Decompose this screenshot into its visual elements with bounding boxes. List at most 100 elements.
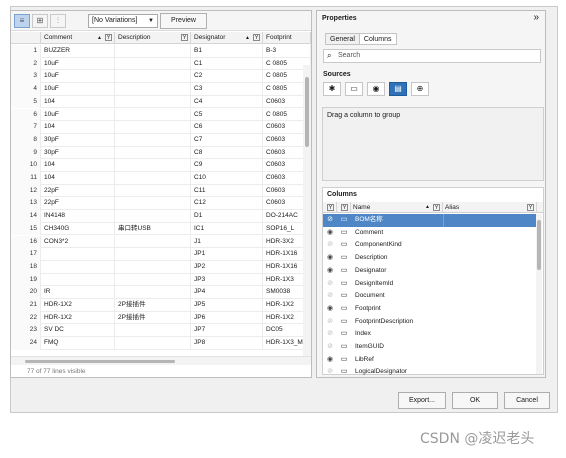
scroll-thumb[interactable] — [537, 220, 541, 270]
column-alias[interactable] — [443, 239, 537, 252]
grid-vertical-scrollbar[interactable] — [303, 65, 311, 356]
eye-off-icon[interactable]: ⊘ — [323, 316, 337, 329]
eye-off-icon[interactable]: ⊘ — [323, 341, 337, 354]
eye-icon[interactable]: ◉ — [323, 303, 337, 316]
table-row[interactable]: 19 JP3 HDR-1X3 — [11, 273, 311, 287]
column-list-item[interactable]: ⊘ ▭ Document — [323, 290, 537, 303]
table-row[interactable]: 23 SV DC JP7 DC05 — [11, 324, 311, 338]
tree-view-icon[interactable]: ⊞ — [32, 14, 48, 28]
column-alias[interactable] — [443, 227, 537, 240]
tab-columns[interactable]: Columns — [358, 33, 397, 45]
table-row[interactable]: 17 JP1 HDR-1X16 — [11, 248, 311, 261]
header-designator[interactable]: Designator ▲ Y — [191, 32, 263, 44]
table-row[interactable]: 9 30pF C8 C0603 — [11, 146, 311, 160]
eye-off-icon[interactable]: ⊘ — [323, 290, 337, 303]
column-alias[interactable] — [443, 214, 537, 227]
table-row[interactable]: 15 CH340G 串口转USB IC1 SOP16_L — [11, 222, 311, 236]
column-alias[interactable] — [443, 303, 537, 316]
table-row[interactable]: 24 FMQ JP8 HDR-1X3_M — [11, 337, 311, 350]
table-row[interactable]: 7 104 C6 C0603 — [11, 121, 311, 134]
column-alias[interactable] — [443, 252, 537, 265]
table-row[interactable]: 10 104 C9 C0603 — [11, 159, 311, 172]
column-alias[interactable] — [443, 354, 537, 367]
source-document-icon[interactable]: ▤ — [389, 82, 407, 96]
column-alias[interactable] — [443, 290, 537, 303]
eye-icon[interactable]: ◉ — [323, 252, 337, 265]
collapse-icon[interactable]: » — [533, 12, 539, 23]
visible-filter-icon[interactable]: Y — [323, 202, 337, 213]
eye-icon[interactable]: ◉ — [323, 227, 337, 240]
eye-off-icon[interactable]: ⊘ — [323, 278, 337, 291]
column-list-item[interactable]: ◉ ▭ Description — [323, 252, 537, 265]
column-alias[interactable] — [443, 265, 537, 278]
search-input[interactable]: ⌕ Search — [323, 49, 541, 63]
table-row[interactable]: 11 104 C10 C0603 — [11, 172, 311, 185]
header-description[interactable]: Description Y — [115, 32, 191, 44]
column-list-item[interactable]: ⊘ ▭ DesignItemId — [323, 278, 537, 291]
table-row[interactable]: 16 CON3*2 J1 HDR-3X2 — [11, 235, 311, 249]
column-list-item[interactable]: ⊘ ▭ FootprintDescription — [323, 316, 537, 329]
table-row[interactable]: 12 22pF C11 C0603 — [11, 184, 311, 198]
filter-icon[interactable]: Y — [527, 204, 534, 211]
scroll-thumb[interactable] — [25, 360, 175, 363]
column-alias[interactable] — [443, 366, 537, 379]
filter-icon[interactable]: Y — [105, 34, 112, 41]
filter-icon[interactable]: Y — [253, 34, 260, 41]
table-row[interactable]: 22 HDR-1X2 2P接插件 JP6 HDR-1X2 — [11, 311, 311, 325]
column-alias[interactable] — [443, 328, 537, 341]
filter-icon[interactable]: Y — [327, 204, 334, 211]
header-alias[interactable]: Alias Y — [443, 202, 537, 213]
cancel-button[interactable]: Cancel — [504, 392, 550, 409]
column-list-item[interactable]: ◉ ▭ Footprint — [323, 303, 537, 316]
ok-button[interactable]: OK — [452, 392, 498, 409]
table-row[interactable]: 8 30pF C7 C0603 — [11, 133, 311, 147]
column-list-item[interactable]: ⊘ ▭ LogicalDesignator — [323, 366, 537, 379]
column-list-item[interactable]: ◉ ▭ Designator — [323, 265, 537, 278]
table-row[interactable]: 6 10uF C5 C 0805 — [11, 108, 311, 122]
filter-icon[interactable]: Y — [181, 34, 188, 41]
group-drop-area[interactable]: Drag a column to group — [322, 107, 544, 181]
table-row[interactable]: 5 104 C4 C0603 — [11, 95, 311, 109]
column-list-item[interactable]: ◉ ▭ LibRef — [323, 354, 537, 367]
column-alias[interactable] — [443, 341, 537, 354]
column-chart-icon[interactable]: ⫶ — [50, 14, 66, 28]
list-view-icon[interactable]: ≡ — [14, 14, 30, 28]
table-row[interactable]: 18 JP2 HDR-1X16 — [11, 260, 311, 274]
source-components-icon[interactable]: ✱ — [323, 82, 341, 96]
source-web-icon[interactable]: ⊕ — [411, 82, 429, 96]
tab-general[interactable]: General — [325, 33, 360, 45]
header-footprint[interactable]: Footprint — [263, 32, 311, 44]
table-row[interactable]: 4 10uF C3 C 0805 — [11, 83, 311, 96]
table-row[interactable]: 20 IR JP4 SM0038 — [11, 286, 311, 299]
filter-icon[interactable]: Y — [433, 204, 440, 211]
export-button[interactable]: Export... — [398, 392, 446, 409]
eye-off-icon[interactable]: ⊘ — [323, 328, 337, 341]
grid-horizontal-scrollbar[interactable] — [11, 356, 311, 365]
column-alias[interactable] — [443, 278, 537, 291]
table-row[interactable]: 1 BUZZER B1 B-3 — [11, 45, 311, 58]
column-alias[interactable] — [443, 316, 537, 329]
table-row[interactable]: 13 22pF C12 C0603 — [11, 197, 311, 211]
table-row[interactable]: 14 IN4148 D1 DO-214AC — [11, 210, 311, 223]
eye-icon[interactable]: ◉ — [323, 265, 337, 278]
header-name[interactable]: Name ▲ Y — [351, 202, 443, 213]
eye-off-icon[interactable]: ⊘ — [323, 239, 337, 252]
header-comment[interactable]: Comment ▲ Y — [41, 32, 115, 44]
columns-scrollbar[interactable] — [536, 214, 542, 374]
filter-icon[interactable]: Y — [341, 204, 348, 211]
column-list-item[interactable]: ⊘ ▭ ItemGUID — [323, 341, 537, 354]
eye-off-icon[interactable]: ⊘ — [323, 366, 337, 379]
eye-off-icon[interactable]: ⊘ — [323, 214, 337, 227]
type-filter-icon[interactable]: Y — [337, 202, 351, 213]
table-row[interactable]: 21 HDR-1X2 2P接插件 JP5 HDR-1X2 — [11, 299, 311, 312]
eye-icon[interactable]: ◉ — [323, 354, 337, 367]
source-database-icon[interactable]: ◉ — [367, 82, 385, 96]
scroll-thumb[interactable] — [305, 77, 309, 147]
preview-button[interactable]: Preview — [160, 13, 207, 29]
column-list-item[interactable]: ⊘ ▭ BOM名称 — [323, 214, 537, 227]
column-list-item[interactable]: ⊘ ▭ ComponentKind — [323, 239, 537, 252]
column-list-item[interactable]: ⊘ ▭ Index — [323, 328, 537, 341]
source-pcb-icon[interactable]: ▭ — [345, 82, 363, 96]
table-row[interactable]: 3 10uF C2 C 0805 — [11, 70, 311, 84]
variation-select[interactable]: [No Variations] ▼ — [88, 14, 158, 28]
